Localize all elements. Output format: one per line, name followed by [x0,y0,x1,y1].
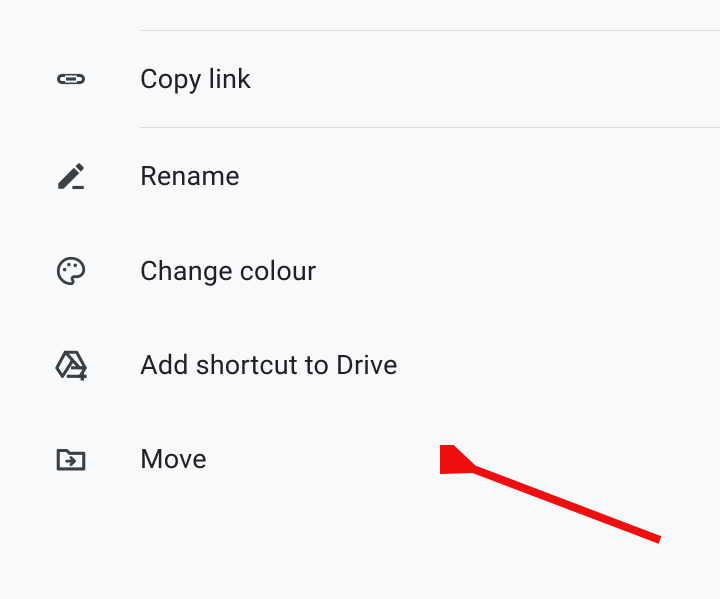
icon-wrapper [0,442,140,476]
icon-wrapper [0,254,140,288]
icon-wrapper [0,348,140,382]
change-colour-item[interactable]: Change colour [0,224,720,318]
context-menu: Copy link Rename Change [0,30,720,506]
palette-icon [54,254,88,288]
link-icon [54,62,88,96]
move-item[interactable]: Move [0,412,720,506]
menu-item-label: Add shortcut to Drive [140,349,398,381]
icon-wrapper [0,159,140,193]
folder-move-icon [54,442,88,476]
icon-wrapper [0,62,140,96]
add-shortcut-item[interactable]: Add shortcut to Drive [0,318,720,412]
menu-item-label: Move [140,443,207,475]
rename-item[interactable]: Rename [0,128,720,224]
drive-shortcut-icon [54,348,88,382]
menu-item-label: Rename [140,160,240,192]
copy-link-item[interactable]: Copy link [0,31,720,127]
menu-item-label: Change colour [140,255,316,287]
pencil-icon [54,159,88,193]
menu-item-label: Copy link [140,63,251,95]
